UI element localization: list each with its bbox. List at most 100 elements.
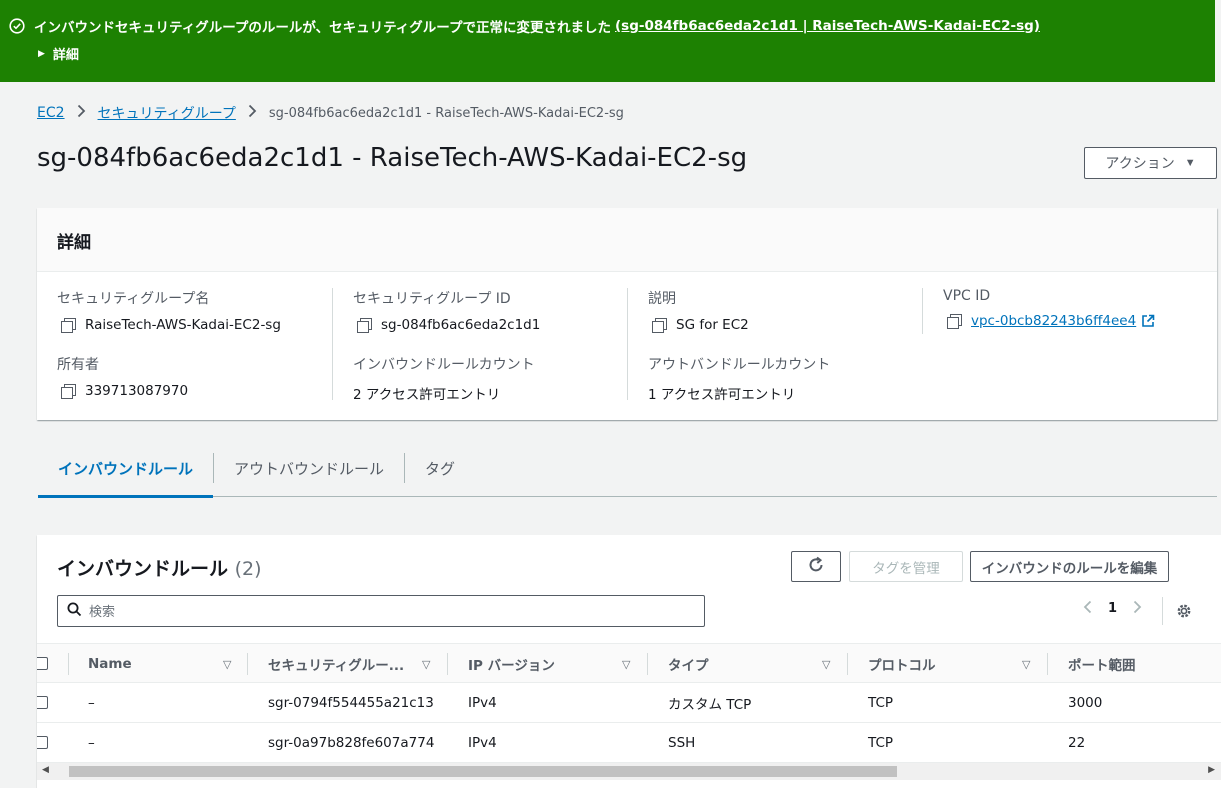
pagination: 1 [1083,599,1142,618]
tab-inbound-rules[interactable]: インバウンドルール [38,440,214,498]
column-header-protocol[interactable]: プロトコル [868,644,936,684]
caret-down-icon: ▼ [1184,157,1196,169]
breadcrumb-security-groups[interactable]: セキュリティグループ [98,103,236,123]
sort-icon[interactable]: ▽ [223,658,231,671]
cell-protocol: TCP [868,695,894,711]
actions-dropdown-button[interactable]: アクション ▼ [1084,147,1217,179]
cell-port-range: 3000 [1068,695,1103,711]
inbound-count-field: インバウンドルールカウント 2 アクセス許可エントリ [353,354,535,403]
outbound-count-field: アウトバンドルールカウント 1 アクセス許可エントリ [648,354,830,403]
column-divider [447,653,448,675]
column-header-name[interactable]: Name [88,644,132,684]
vpc-id-link[interactable]: vpc-0bcb82243b6ff4ee4 [971,313,1136,329]
current-page[interactable]: 1 [1108,601,1117,616]
scroll-left-icon[interactable]: ◀ [42,765,49,775]
cell-ip-version: IPv4 [468,735,497,751]
sg-name-field: セキュリティグループ名 RaiseTech-AWS-Kadai-EC2-sg [57,288,281,333]
column-header-port-range[interactable]: ポート範囲 [1068,644,1136,684]
cell-type: カスタム TCP [668,697,752,713]
breadcrumb-ec2[interactable]: EC2 [37,105,65,121]
inbound-count-value: 2 アクセス許可エントリ [353,387,501,403]
cell-port-range: 22 [1068,735,1086,751]
copy-icon[interactable] [61,384,76,399]
search-field[interactable] [57,595,705,627]
caret-right-icon: ▶ [38,48,45,59]
details-column-2: セキュリティグループ ID sg-084fb6ac6eda2c1d1 インバウン… [332,288,627,403]
sg-id-field: セキュリティグループ ID sg-084fb6ac6eda2c1d1 [353,288,540,333]
column-divider [68,653,69,675]
external-link-icon[interactable] [1141,314,1155,328]
search-input[interactable] [89,603,669,619]
flash-sg-link[interactable]: (sg-084fb6ac6eda2c1d1 | RaiseTech-AWS-Ka… [615,18,1040,34]
flash-details-toggle[interactable]: ▶ 詳細 [38,44,79,63]
chevron-right-icon [77,104,86,122]
horizontal-scrollbar[interactable]: ◀ ▶ [37,763,1221,780]
column-header-rule-id[interactable]: セキュリティグルー... [268,644,404,684]
copy-icon[interactable] [947,314,962,329]
tabs: インバウンドルール アウトバウンドルール タグ [38,440,1217,498]
gear-icon[interactable] [1175,602,1193,620]
sort-icon[interactable]: ▽ [422,658,430,671]
outbound-count-value: 1 アクセス許可エントリ [648,387,796,403]
flash-message: インバウンドセキュリティグループのルールが、セキュリティグループで正常に変更され… [34,20,611,36]
next-page-icon[interactable] [1133,599,1142,618]
outbound-count-key: アウトバンドルールカウント [648,357,831,373]
details-column-3: 説明 SG for EC2 アウトバンドルールカウント 1 アクセス許可エントリ [627,288,922,403]
tab-tags[interactable]: タグ [405,440,475,497]
vpc-id-key: VPC ID [943,288,991,304]
select-all-checkbox[interactable] [37,657,48,670]
breadcrumb-current: sg-084fb6ac6eda2c1d1 - RaiseTech-AWS-Kad… [268,105,624,121]
edit-inbound-rules-button[interactable]: インバウンドのルールを編集 [970,551,1169,582]
manage-tags-button[interactable]: タグを管理 [849,551,963,582]
search-icon [67,602,82,621]
copy-icon[interactable] [652,318,667,333]
column-divider [1047,653,1048,675]
inbound-rules-panel: インバウンドルール (2) タグを管理 インバウンドのルールを編集 1 Name… [37,535,1221,788]
refresh-button[interactable] [791,551,841,582]
cell-rule-id: sgr-0794f554455a21c13 [268,695,434,711]
flash-edge [1215,0,1221,82]
scrollbar-thumb[interactable] [69,766,897,777]
pager-divider [1162,597,1163,625]
sort-icon[interactable]: ▽ [822,658,830,671]
details-panel: 詳細 セキュリティグループ名 RaiseTech-AWS-Kadai-EC2-s… [37,208,1217,420]
column-divider [847,653,848,675]
copy-icon[interactable] [357,318,372,333]
cell-rule-id: sgr-0a97b828fe607a774 [268,735,435,751]
details-column-4: VPC ID vpc-0bcb82243b6ff4ee4 [922,288,1202,334]
column-divider [247,653,248,675]
chevron-right-icon [248,104,257,122]
owner-value: 339713087970 [85,383,189,399]
sort-icon[interactable]: ▽ [622,658,630,671]
inbound-rules-count: (2) [234,558,262,580]
vpc-id-field: VPC ID vpc-0bcb82243b6ff4ee4 [943,288,1155,329]
details-column-1: セキュリティグループ名 RaiseTech-AWS-Kadai-EC2-sg 所… [57,288,333,400]
sg-name-value: RaiseTech-AWS-Kadai-EC2-sg [85,317,281,333]
sg-id-value: sg-084fb6ac6eda2c1d1 [381,317,541,333]
column-header-type[interactable]: タイプ [668,644,709,684]
breadcrumb: EC2 セキュリティグループ sg-084fb6ac6eda2c1d1 - Ra… [37,103,624,123]
inbound-count-key: インバウンドルールカウント [353,357,535,373]
row-checkbox[interactable] [37,736,48,749]
actions-label: アクション [1105,155,1175,171]
description-key: 説明 [648,291,676,307]
check-circle-icon [9,18,25,34]
page-title: sg-084fb6ac6eda2c1d1 - RaiseTech-AWS-Kad… [37,143,748,173]
owner-key: 所有者 [57,357,99,373]
sg-name-key: セキュリティグループ名 [57,291,210,307]
column-header-ip-version[interactable]: IP バージョン [468,644,555,684]
sort-icon[interactable]: ▽ [1022,658,1030,671]
prev-page-icon[interactable] [1083,599,1092,618]
description-field: 説明 SG for EC2 [648,288,749,333]
copy-icon[interactable] [61,318,76,333]
scroll-right-icon[interactable]: ▶ [1208,765,1215,775]
details-heading: 詳細 [37,208,1217,272]
tab-outbound-rules[interactable]: アウトバウンドルール [214,440,404,497]
select-all-cell [37,644,67,684]
row-checkbox[interactable] [37,696,48,709]
table-row: – sgr-0a97b828fe607a774 IPv4 SSH TCP 22 [37,723,1221,763]
sg-id-key: セキュリティグループ ID [353,291,511,307]
description-value: SG for EC2 [676,317,749,333]
cell-type: SSH [668,735,696,751]
cell-name: – [88,695,95,711]
